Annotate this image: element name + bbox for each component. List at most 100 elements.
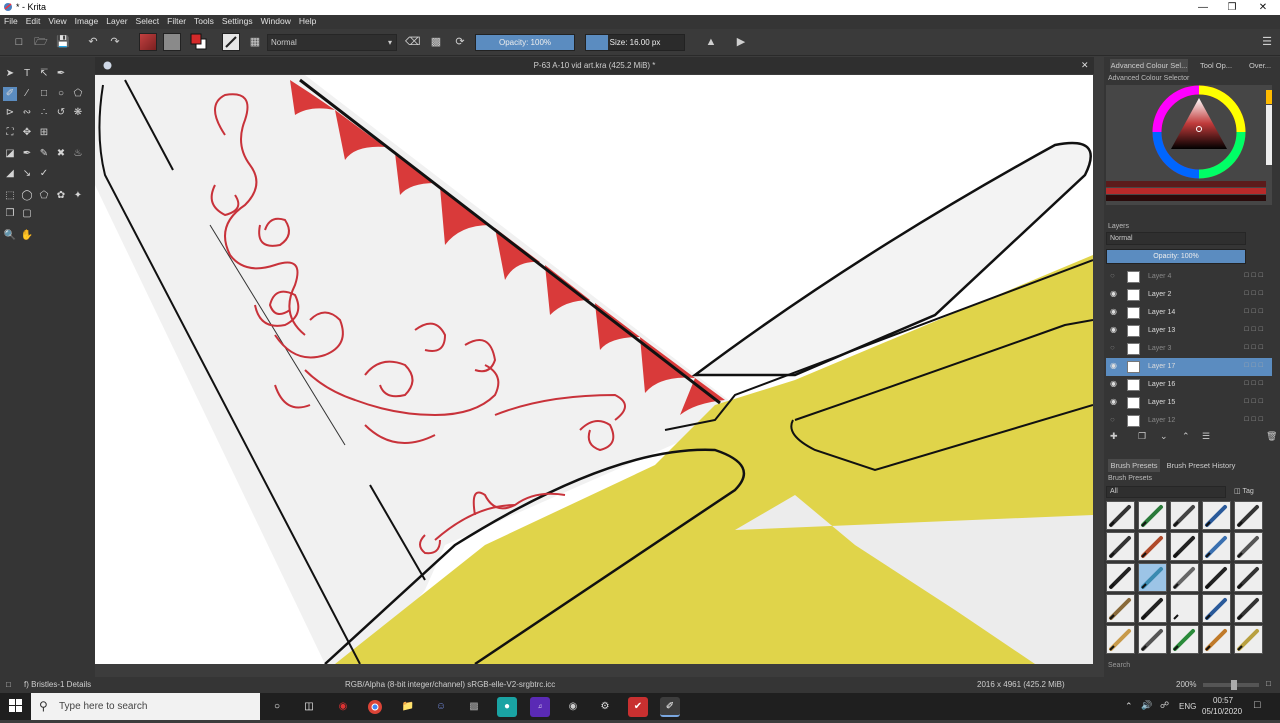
layer-row[interactable]: ◉ Layer 13 □□□ — [1106, 322, 1272, 340]
color-picker-icon[interactable]: ✒ — [20, 147, 34, 161]
layer-row[interactable]: ◉ Layer 16 □□□ — [1106, 376, 1272, 394]
network-icon[interactable]: ☍ — [1160, 700, 1169, 711]
layer-lock-alpha-icon[interactable]: □□□ — [1244, 362, 1266, 369]
layer-lock-alpha-icon[interactable]: □□□ — [1244, 326, 1266, 333]
steam-icon[interactable]: ⚙ — [595, 697, 615, 717]
layer-row[interactable]: ◉ Layer 14 □□□ — [1106, 304, 1272, 322]
minimize-icon[interactable]: — — [1188, 0, 1218, 15]
visibility-eye-icon[interactable]: ◉ — [1110, 397, 1120, 407]
measure-tool-icon[interactable]: ↘ — [20, 167, 34, 181]
transform-tool-icon[interactable]: ⛶ — [3, 126, 17, 140]
rotate-icon[interactable]: □ — [1266, 679, 1271, 688]
app-icon[interactable]: ● — [497, 697, 517, 717]
menu-select[interactable]: Select — [132, 15, 164, 26]
tab-advanced-colour[interactable]: Advanced Colour Sel... — [1110, 59, 1188, 72]
chrome-icon[interactable] — [365, 697, 385, 717]
ellipse-tool-icon[interactable]: ○ — [54, 87, 68, 101]
brush-preset-item[interactable] — [1170, 563, 1199, 592]
smart-patch-icon[interactable]: ✖ — [54, 147, 68, 161]
crop-tool-icon[interactable]: ⊞ — [37, 126, 51, 140]
brush-preset-item[interactable] — [1234, 625, 1263, 654]
visibility-eye-icon[interactable]: ◉ — [1110, 361, 1120, 371]
polygon-tool-icon[interactable]: ⬠ — [71, 87, 85, 101]
freehand-select-icon[interactable]: ✿ — [54, 189, 68, 203]
brush-preset-item[interactable] — [1138, 501, 1167, 530]
new-document-icon[interactable]: □ — [12, 35, 26, 49]
app-icon[interactable]: ◉ — [563, 697, 583, 717]
menu-filter[interactable]: Filter — [163, 15, 190, 26]
layer-row[interactable]: ◉ Layer 17 □□□ — [1106, 358, 1272, 376]
calligraphy-icon[interactable]: ✒ — [54, 67, 68, 81]
brush-preset-item[interactable] — [1138, 625, 1167, 654]
brush-preset-item[interactable] — [1234, 501, 1263, 530]
bezier-tool-icon[interactable]: ∾ — [20, 106, 34, 120]
ellipse-select-icon[interactable]: ◯ — [20, 189, 34, 203]
layer-lock-alpha-icon[interactable]: □□□ — [1244, 344, 1266, 351]
layers-blend-select[interactable]: Normal — [1106, 232, 1246, 245]
menu-file[interactable]: File — [0, 15, 22, 26]
polygon-select-icon[interactable]: ⬠ — [37, 189, 51, 203]
brush-preset-item[interactable] — [1234, 594, 1263, 623]
colorize-mask-icon[interactable]: ✎ — [37, 147, 51, 161]
visibility-eye-icon[interactable]: ◉ — [1110, 379, 1120, 389]
mirror-horizontal-icon[interactable]: ▲ — [704, 35, 718, 49]
close-document-icon[interactable]: ✕ — [1081, 60, 1089, 71]
drawing-canvas[interactable] — [95, 75, 1093, 664]
undo-icon[interactable]: ↶ — [86, 35, 100, 49]
tray-chevron-icon[interactable]: ⌃ — [1125, 701, 1133, 712]
brush-preset-item[interactable] — [1170, 501, 1199, 530]
visibility-eye-icon[interactable]: ○ — [1110, 343, 1120, 353]
visibility-eye-icon[interactable]: ○ — [1110, 271, 1120, 281]
language-label[interactable]: ENG — [1179, 702, 1196, 711]
layer-row[interactable]: ◉ Layer 15 □□□ — [1106, 394, 1272, 412]
polyline-tool-icon[interactable]: ⊳ — [3, 106, 17, 120]
brush-preset-icon[interactable] — [222, 33, 240, 51]
delete-layer-icon[interactable]: 🗑 — [1266, 431, 1277, 442]
gradient-tool-icon[interactable]: ◪ — [3, 147, 17, 161]
visibility-eye-icon[interactable]: ◉ — [1110, 307, 1120, 317]
chevron-up-icon[interactable]: ⌃ — [1182, 431, 1190, 442]
reload-preset-icon[interactable]: ⟳ — [453, 35, 467, 49]
bezier-select-icon[interactable]: ▢ — [20, 207, 34, 221]
magic-wand-icon[interactable]: ✦ — [71, 189, 85, 203]
brush-preset-item[interactable] — [1202, 594, 1231, 623]
brush-preset-item[interactable] — [1138, 594, 1167, 623]
size-slider[interactable]: Size: 16.00 px — [585, 34, 685, 51]
clock-date[interactable]: 05/10/2020 — [1202, 707, 1242, 716]
edit-shapes-icon[interactable]: ↸ — [37, 67, 51, 81]
color-selector[interactable] — [1106, 85, 1272, 205]
amazon-music-icon[interactable]: ♫ — [530, 697, 550, 717]
reference-tool-icon[interactable]: ✓ — [37, 167, 51, 181]
gradient-selector[interactable] — [139, 33, 157, 51]
brush-preset-item[interactable] — [1202, 532, 1231, 561]
text-tool-icon[interactable]: T — [20, 67, 34, 81]
tab-tool-options[interactable]: Tool Op... — [1196, 59, 1236, 72]
assistant-tool-icon[interactable]: ◢ — [3, 167, 17, 181]
grid-icon[interactable]: ▦ — [248, 35, 262, 49]
restore-icon[interactable]: ❐ — [1217, 0, 1247, 15]
brush-preset-item[interactable] — [1106, 594, 1135, 623]
opacity-slider[interactable]: Opacity: 100% — [475, 34, 575, 51]
save-icon[interactable]: 💾 — [56, 35, 70, 49]
krita-taskbar-icon[interactable]: ✐ — [660, 697, 680, 717]
layer-row[interactable]: ○ Layer 3 □□□ — [1106, 340, 1272, 358]
visibility-eye-icon[interactable]: ◉ — [1110, 289, 1120, 299]
layer-opacity-slider[interactable]: Opacity: 100% — [1106, 249, 1246, 264]
zoom-slider-handle[interactable] — [1231, 680, 1237, 690]
menu-layer[interactable]: Layer — [102, 15, 131, 26]
dynamic-brush-icon[interactable]: ↺ — [54, 106, 68, 120]
menu-view[interactable]: View — [44, 15, 70, 26]
layer-lock-alpha-icon[interactable]: □□□ — [1244, 416, 1266, 423]
app-icon[interactable]: ✔ — [628, 697, 648, 717]
layer-row[interactable]: ○ Layer 4 □□□ — [1106, 268, 1272, 286]
menu-settings[interactable]: Settings — [218, 15, 257, 26]
layer-lock-alpha-icon[interactable]: □□□ — [1244, 380, 1266, 387]
menu-edit[interactable]: Edit — [22, 15, 45, 26]
tab-brush-presets[interactable]: Brush Presets — [1108, 459, 1160, 472]
brush-filter-select[interactable]: All — [1106, 486, 1226, 498]
rect-select-icon[interactable]: ⬚ — [3, 189, 17, 203]
app-icon[interactable]: ▩ — [464, 697, 484, 717]
notification-icon[interactable]: □ — [1254, 699, 1261, 711]
brush-preset-item[interactable] — [1170, 594, 1199, 623]
zoom-slider[interactable] — [1203, 680, 1259, 690]
